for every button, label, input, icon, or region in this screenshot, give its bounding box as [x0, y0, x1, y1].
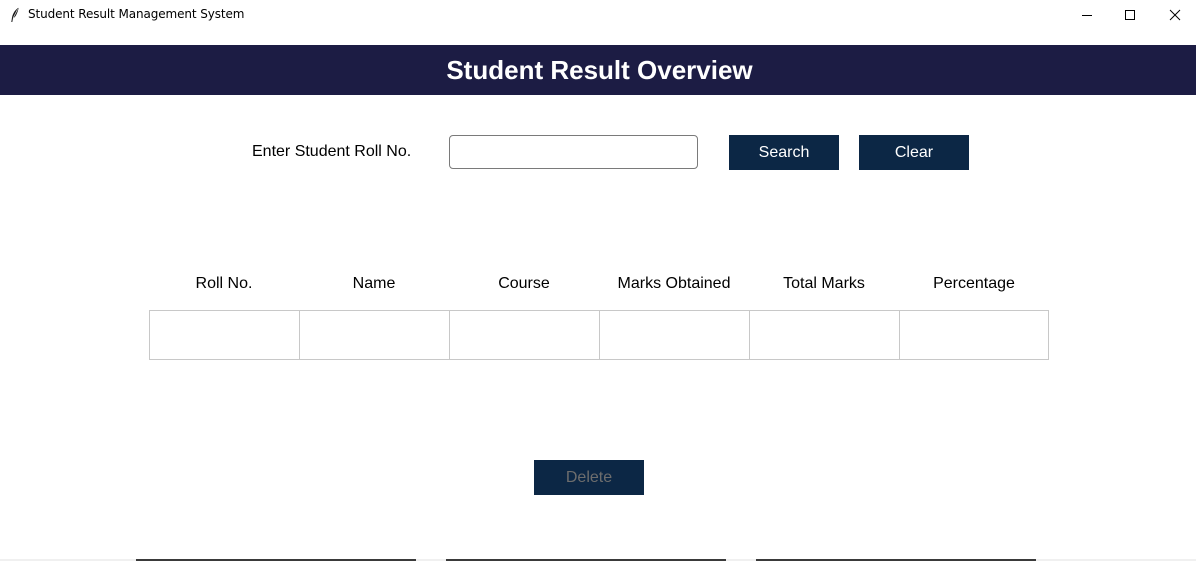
- title-bar[interactable]: Student Result Management System: [0, 0, 1196, 31]
- cell-course: [449, 310, 599, 360]
- maximize-icon: [1125, 10, 1135, 20]
- cell-roll-no: [149, 310, 299, 360]
- cell-name: [299, 310, 449, 360]
- close-button[interactable]: [1152, 0, 1196, 30]
- column-header-total-marks: Total Marks: [783, 275, 865, 292]
- column-header-course: Course: [498, 275, 550, 292]
- minimize-icon: [1082, 15, 1092, 16]
- column-header-marks-obtained: Marks Obtained: [617, 275, 731, 292]
- page-title: Student Result Overview: [446, 54, 753, 85]
- app-window: Student Result Management System Student…: [0, 0, 1196, 561]
- header-banner: Student Result Overview: [0, 45, 1196, 95]
- column-header-roll-no: Roll No.: [195, 275, 253, 292]
- feather-icon: [11, 7, 19, 22]
- cell-percentage: [899, 310, 1049, 360]
- roll-no-label: Enter Student Roll No.: [252, 143, 412, 160]
- window-title: Student Result Management System: [28, 7, 245, 21]
- clear-button[interactable]: Clear: [859, 135, 969, 170]
- column-header-percentage: Percentage: [933, 275, 1015, 292]
- maximize-button[interactable]: [1107, 0, 1153, 30]
- cell-total-marks: [749, 310, 899, 360]
- cell-marks-obtained: [599, 310, 749, 360]
- roll-no-input[interactable]: [449, 135, 698, 169]
- delete-button[interactable]: Delete: [534, 460, 644, 495]
- minimize-button[interactable]: [1064, 0, 1110, 30]
- search-button[interactable]: Search: [729, 135, 839, 170]
- column-header-name: Name: [352, 275, 396, 292]
- close-icon: [1169, 9, 1181, 21]
